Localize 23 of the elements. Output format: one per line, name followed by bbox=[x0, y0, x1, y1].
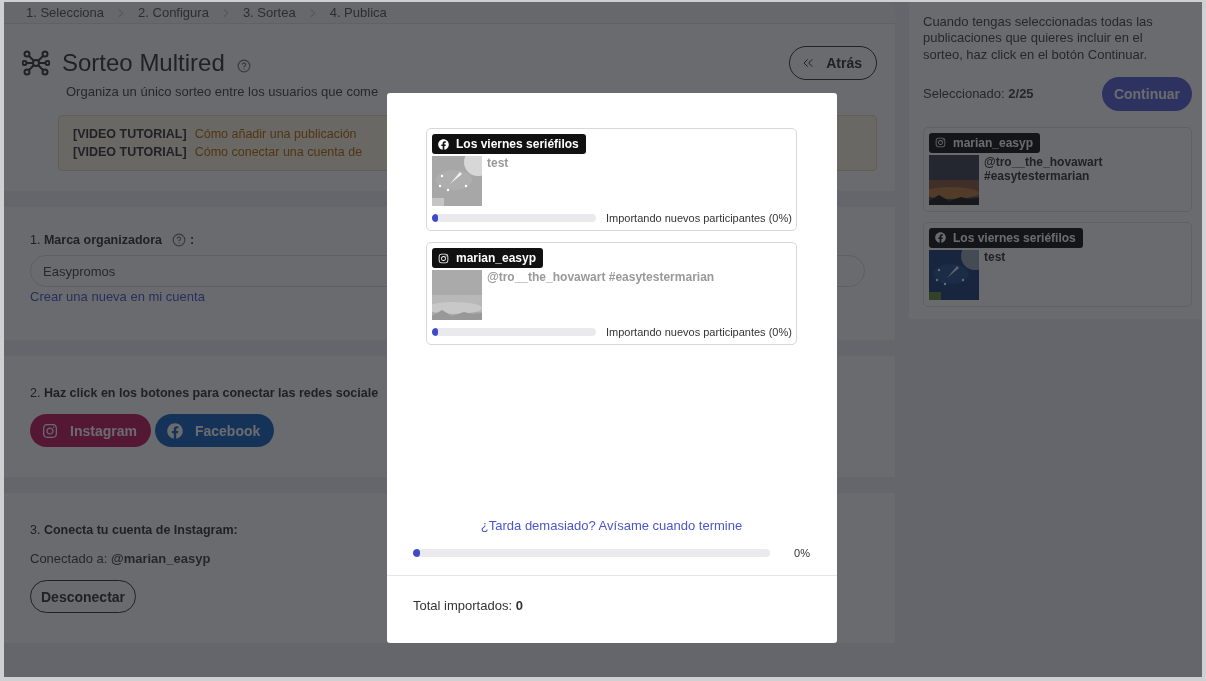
post-text: @tro__the_hovawart #easytestermarian bbox=[984, 154, 1104, 184]
progress-percent: 0% bbox=[794, 547, 810, 559]
connected-account: Conectado a: @marian_easyp bbox=[30, 551, 211, 566]
import-status: Importando nuevos participantes (0%) bbox=[606, 326, 792, 338]
tutorial-tag: [VIDEO TUTORIAL] bbox=[73, 127, 187, 141]
instructions-text: Cuando tengas seleccionadas todas las publicaciones que quieres incluir en el sorteo, haz click en el botón Continuar. bbox=[923, 14, 1154, 63]
post-text: test bbox=[487, 156, 509, 171]
section-label: 2. Haz click en los botones para conectar las redes sociale bbox=[30, 386, 379, 400]
total-imported: Total importados: 0 bbox=[413, 598, 523, 613]
page-title: Sorteo Multired bbox=[62, 49, 225, 77]
account-tag: Los viernes seriéfilos bbox=[929, 227, 1083, 248]
section-label: 1. Marca organizadora bbox=[30, 233, 162, 247]
page-description: Organiza un único sorteo entre los usuarios que come bbox=[66, 84, 380, 99]
tutorial-tag: [VIDEO TUTORIAL] bbox=[73, 145, 187, 159]
post-text: @tro__the_hovawart #easytestermarian bbox=[487, 270, 715, 285]
import-status: Importando nuevos participantes (0%) bbox=[606, 212, 792, 224]
label-colon: : bbox=[190, 233, 195, 247]
account-tag: marian_easyp bbox=[929, 132, 1041, 153]
selected-count: Seleccionado: 2/25 bbox=[923, 86, 1034, 102]
account-tag: marian_easyp bbox=[432, 248, 544, 268]
section-label: 3. Conecta tu cuenta de Instagram: bbox=[30, 523, 238, 537]
account-tag: Los viernes seriéfilos bbox=[432, 134, 586, 154]
post-text: test bbox=[984, 249, 1006, 265]
